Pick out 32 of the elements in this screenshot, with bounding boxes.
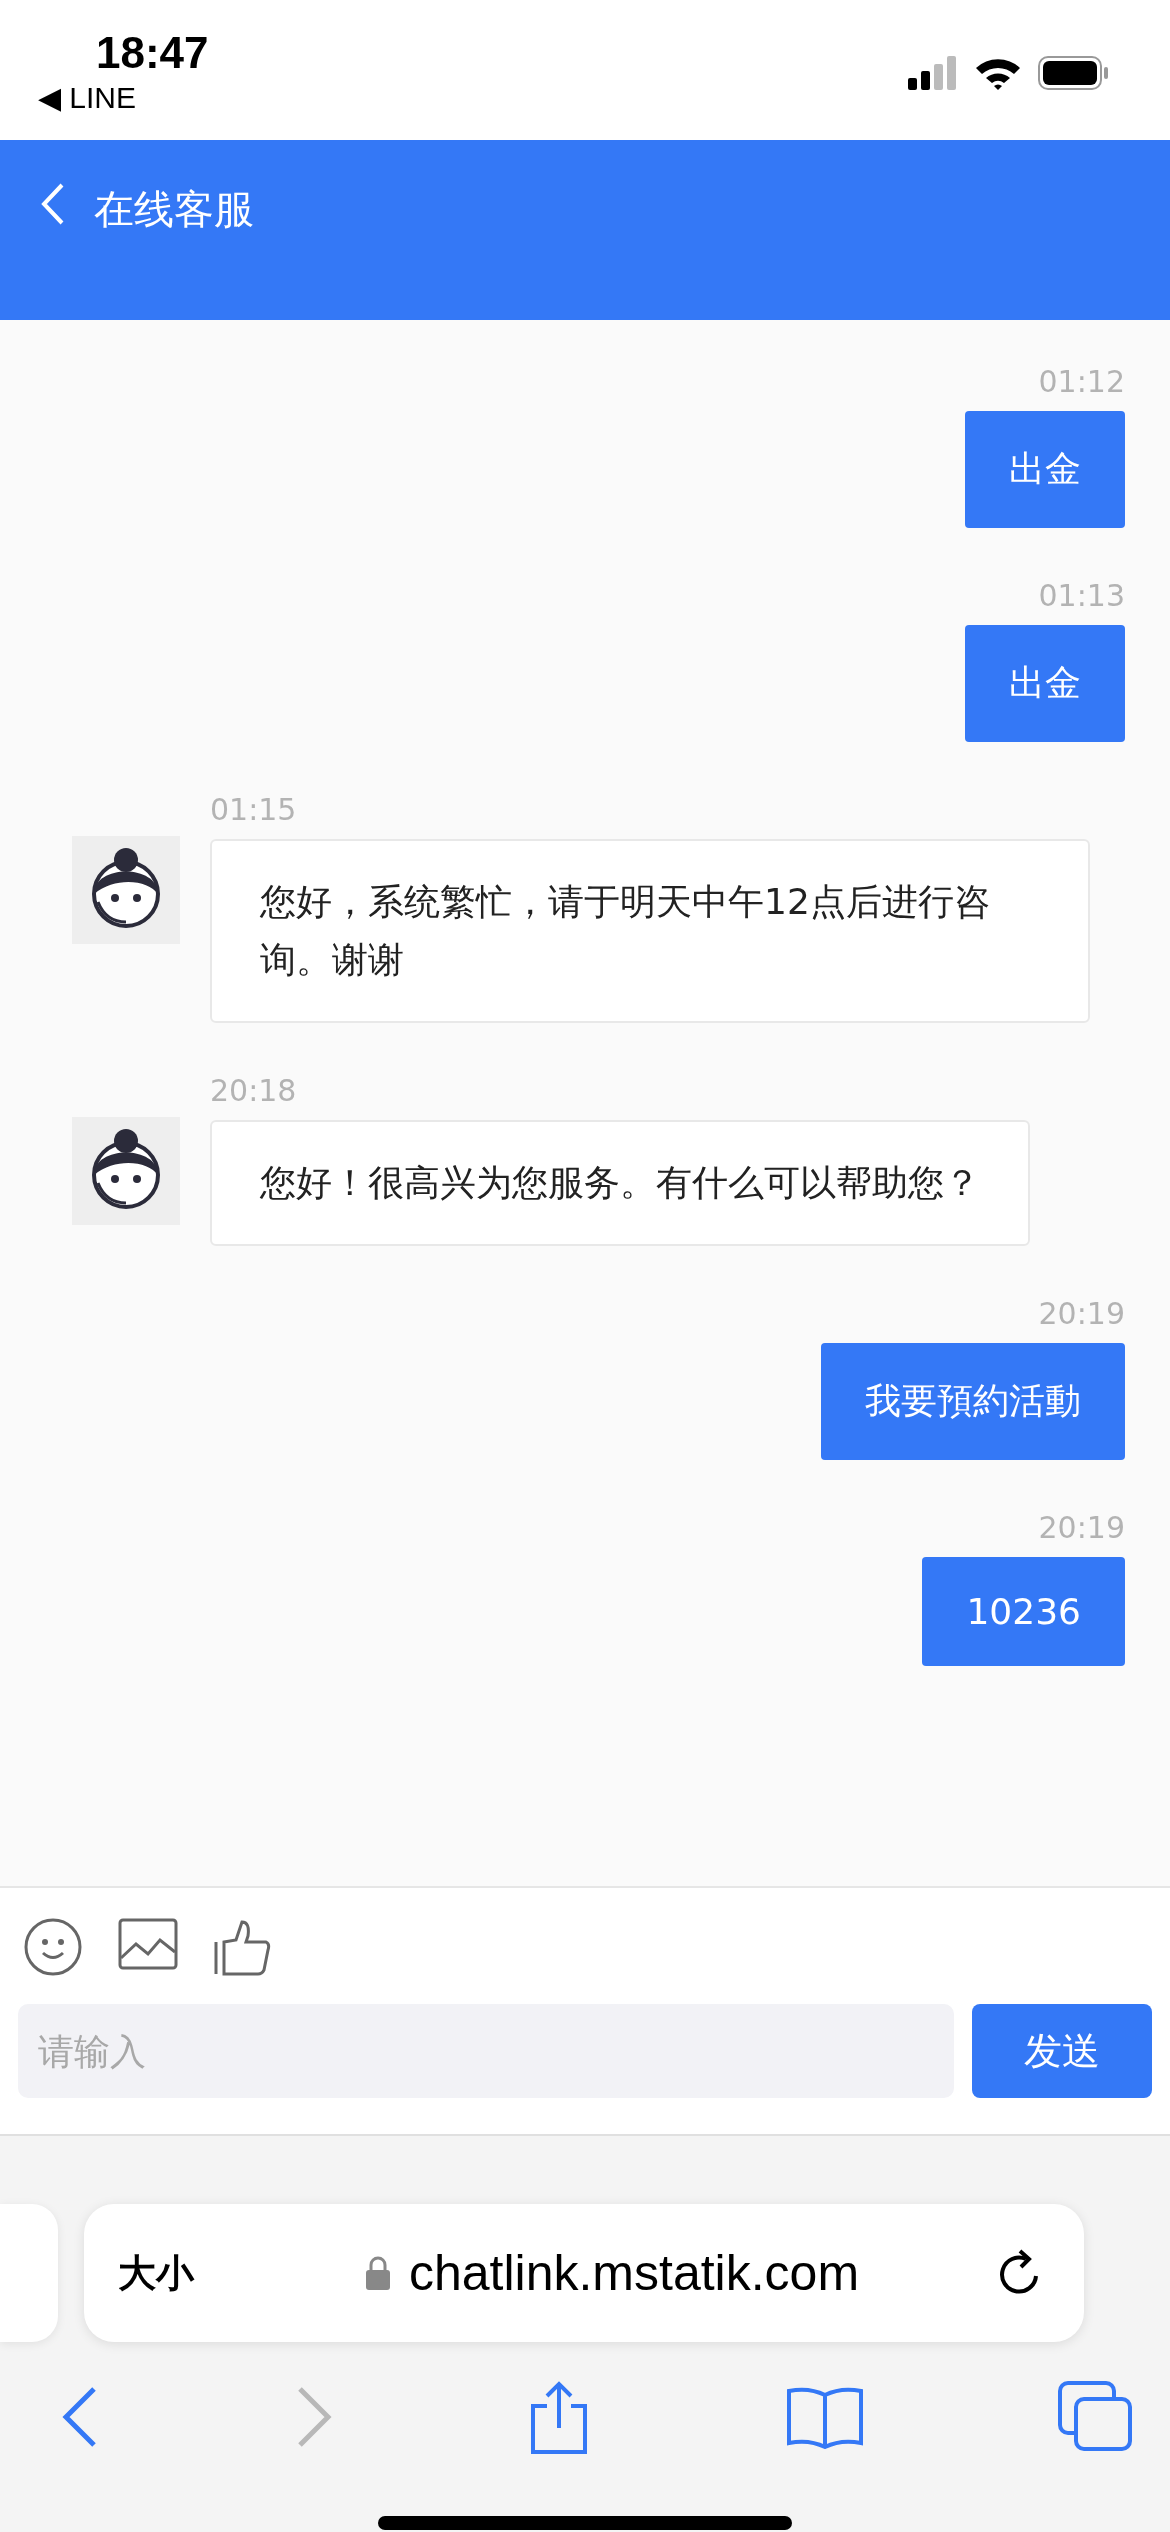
back-to-app-link[interactable]: ◀ LINE	[38, 80, 209, 115]
sent-message: 出金	[965, 625, 1125, 742]
status-time: 18:47	[96, 28, 209, 78]
message-input[interactable]: 请输入	[18, 2004, 954, 2098]
back-icon[interactable]	[40, 182, 66, 226]
image-icon[interactable]	[118, 1918, 178, 1970]
tabs-icon[interactable]	[1058, 2381, 1134, 2453]
battery-icon	[1038, 56, 1110, 90]
message-time: 20:19	[1038, 1296, 1125, 1331]
smiley-icon[interactable]	[24, 1918, 82, 1976]
address-bar[interactable]: 大小 chatlink.mstatik.com	[84, 2204, 1084, 2342]
header-title: 在线客服	[94, 185, 254, 234]
sent-message: 出金	[965, 411, 1125, 528]
sent-message: 10236	[922, 1557, 1125, 1666]
message-time: 20:19	[1038, 1510, 1125, 1545]
text-size-button[interactable]: 大小	[118, 2247, 228, 2299]
wifi-icon	[974, 56, 1022, 90]
message-time: 20:18	[210, 1073, 297, 1108]
received-message: 您好，系统繁忙，请于明天中午12点后进行咨询。谢谢	[210, 839, 1090, 1023]
sent-message: 我要預約活動	[821, 1343, 1125, 1460]
agent-avatar-icon	[72, 836, 180, 944]
url-text: chatlink.mstatik.com	[408, 2244, 860, 2302]
book-icon[interactable]	[784, 2385, 865, 2449]
agent-avatar-icon	[72, 1117, 180, 1225]
send-button[interactable]: 发送	[972, 2004, 1152, 2098]
message-time: 01:15	[210, 792, 297, 827]
signal-icon	[908, 56, 958, 90]
message-time: 01:12	[1038, 364, 1125, 399]
thumbs-up-icon[interactable]	[214, 1918, 272, 1976]
received-message: 您好！很高兴为您服务。有什么可以帮助您？	[210, 1120, 1030, 1246]
lock-icon	[364, 2256, 391, 2290]
message-time: 01:13	[1038, 578, 1125, 613]
